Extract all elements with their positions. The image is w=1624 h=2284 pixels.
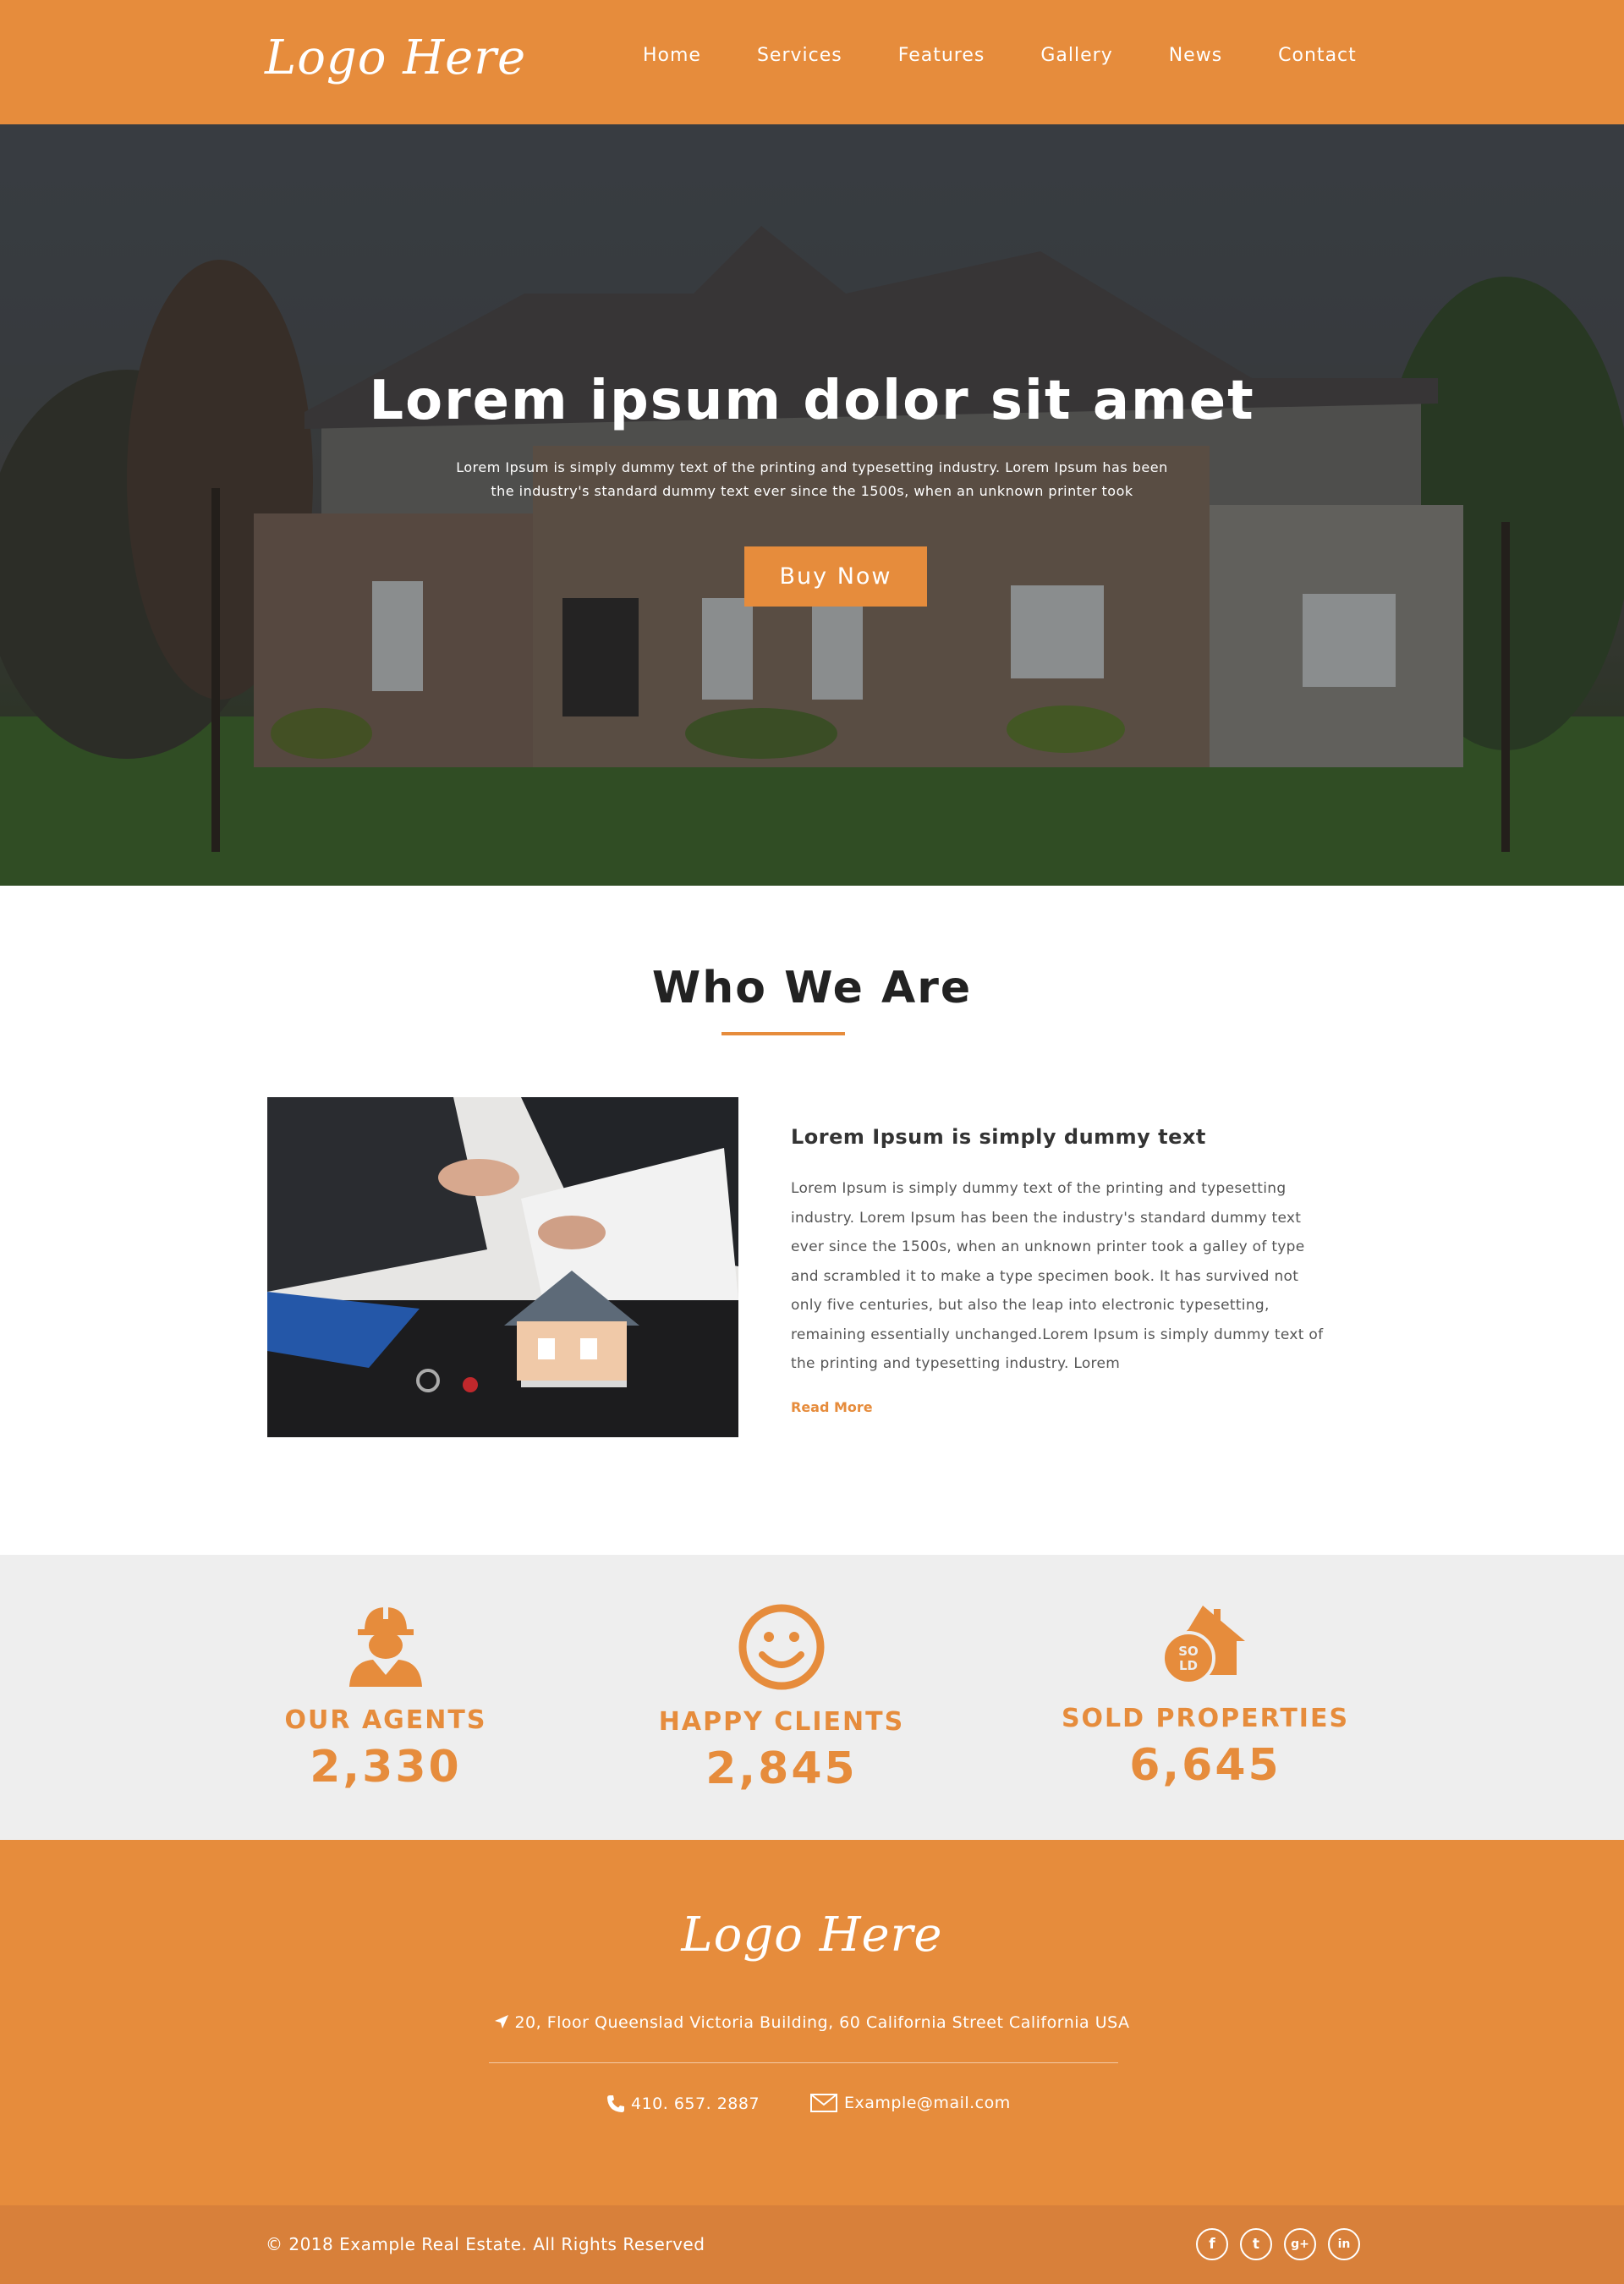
nav-home[interactable]: Home [643,45,701,66]
site-footer: Logo Here 20, Floor Queenslad Victoria B… [0,1840,1624,2205]
hero-banner: Lorem ipsum dolor sit amet Lorem Ipsum i… [0,124,1624,886]
footer-phone: 410. 657. 2887 [606,2094,760,2114]
read-more-link[interactable]: Read More [791,1399,873,1415]
nav-features[interactable]: Features [898,45,985,66]
nav-news[interactable]: News [1169,45,1222,66]
nav-contact[interactable]: Contact [1278,45,1357,66]
stat-label-clients: HAPPY CLIENTS [658,1707,905,1737]
footer-address: 20, Floor Queenslad Victoria Building, 6… [0,2013,1624,2032]
social-links: f t g+ in [1196,2228,1372,2260]
footer-bottom-bar: © 2018 Example Real Estate. All Rights R… [0,2205,1624,2284]
title-underline [721,1032,845,1035]
hero-subtitle: Lorem Ipsum is simply dummy text of the … [440,456,1184,503]
footer-divider [489,2062,1118,2063]
footer-logo[interactable]: Logo Here [0,1908,1624,1963]
nav-services[interactable]: Services [757,45,842,66]
stat-clients: HAPPY CLIENTS 2,845 [612,1600,951,1794]
mail-icon [810,2094,837,2112]
phone-icon [607,2095,624,2112]
site-header: Logo Here Home Services Features Gallery… [0,0,1624,124]
hero-overlay [0,124,1624,886]
nav-gallery[interactable]: Gallery [1040,45,1112,66]
buy-now-button[interactable]: Buy Now [744,546,927,607]
about-image [267,1097,738,1437]
twitter-icon[interactable]: t [1240,2228,1272,2260]
about-heading: Lorem Ipsum is simply dummy text [791,1125,1206,1149]
section-title-who-we-are: Who We Are [651,963,973,1013]
about-body-text: Lorem Ipsum is simply dummy text of the … [791,1180,1324,1372]
stat-agents: OUR AGENTS 2,330 [217,1599,555,1793]
google-plus-icon[interactable]: g+ [1284,2228,1316,2260]
facebook-icon[interactable]: f [1196,2228,1228,2260]
footer-email-text[interactable]: Example@mail.com [844,2094,1011,2112]
stat-label-agents: OUR AGENTS [284,1705,487,1735]
footer-email: Example@mail.com [810,2094,1011,2112]
footer-phone-text[interactable]: 410. 657. 2887 [631,2095,760,2113]
hero-subtitle-line-1: Lorem Ipsum is simply dummy text of the … [456,459,1168,475]
stat-value-agents: 2,330 [310,1742,462,1793]
stat-sold: SO LD SOLD PROPERTIES 6,645 [1036,1597,1374,1791]
stat-value-clients: 2,845 [705,1743,858,1794]
svg-text:SO: SO [1178,1644,1199,1659]
stat-value-sold: 6,645 [1129,1740,1281,1791]
main-nav: Home Services Features Gallery News Cont… [643,45,1413,66]
agent-icon [349,1606,422,1687]
copyright-text: © 2018 Example Real Estate. All Rights R… [266,2234,705,2254]
sold-house-icon: SO LD [1161,1606,1245,1685]
stats-section: OUR AGENTS 2,330 HAPPY CLIENTS 2,845 SO … [0,1555,1624,1840]
hero-title: Lorem ipsum dolor sit amet [369,370,1255,432]
stat-label-sold: SOLD PROPERTIES [1061,1704,1350,1733]
linkedin-icon[interactable]: in [1328,2228,1360,2260]
location-arrow-icon [495,2015,509,2029]
hero-subtitle-line-2: the industry's standard dummy text ever … [491,483,1133,499]
smiley-icon [738,1604,825,1690]
footer-address-text: 20, Floor Queenslad Victoria Building, 6… [514,2013,1130,2032]
header-logo[interactable]: Logo Here [265,30,526,85]
agent-house-photo [267,1097,738,1437]
svg-text:LD: LD [1179,1658,1198,1673]
